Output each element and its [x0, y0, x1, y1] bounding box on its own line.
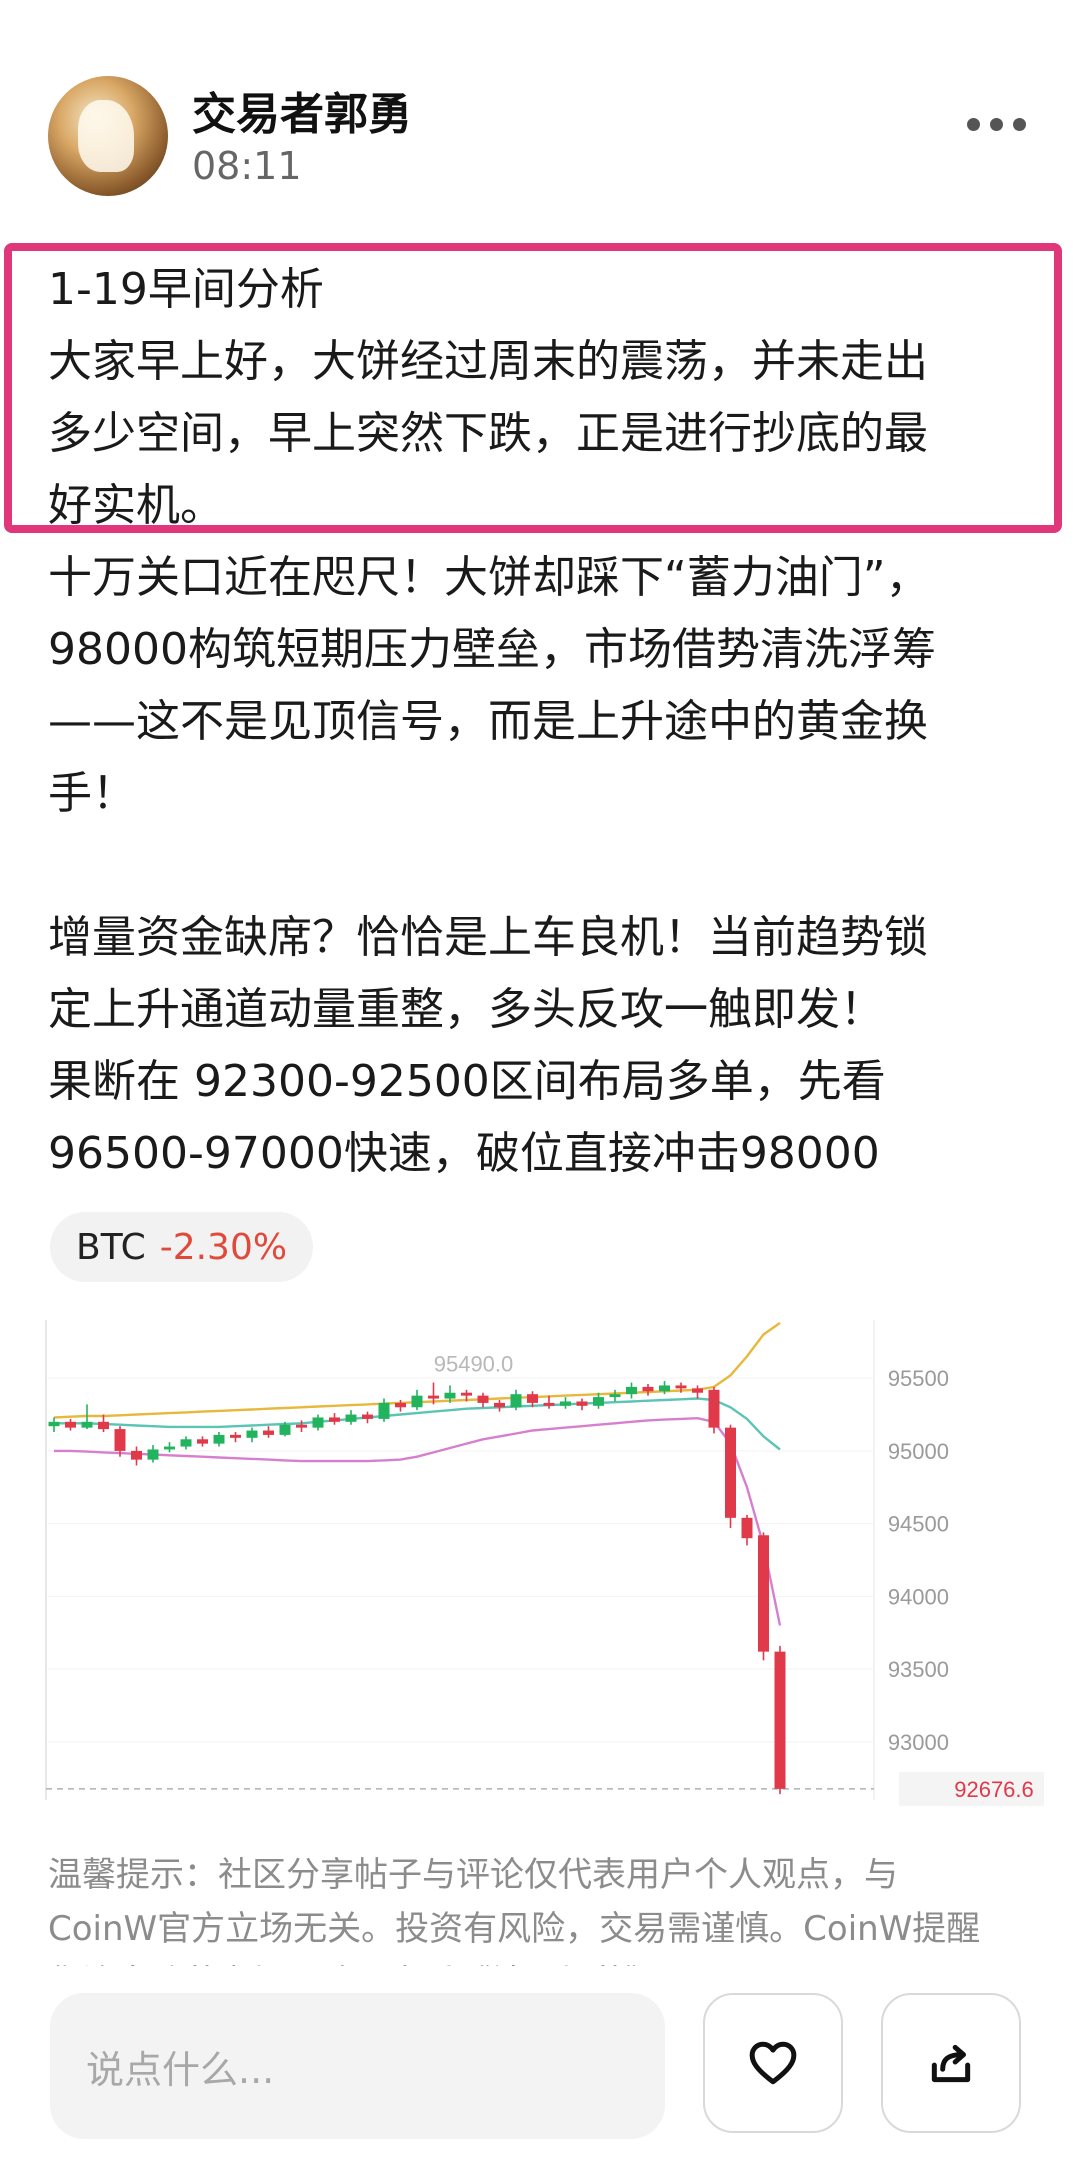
post-line: ——这不是见顶信号，而是上升途中的黄金换: [48, 696, 928, 747]
candle-body: [48, 1421, 60, 1427]
chart-y-tick-label: 94000: [888, 1584, 949, 1609]
candle-body: [114, 1429, 126, 1451]
post-line: 果断在 92300-92500区间布局多单，先看: [48, 1056, 886, 1107]
candle-body: [774, 1651, 786, 1789]
heart-icon: [749, 2041, 797, 2085]
candle-body: [329, 1417, 340, 1422]
like-button[interactable]: [703, 1993, 843, 2133]
post-line: 大家早上好，大饼经过周末的震荡，并未走出: [48, 336, 928, 387]
chart-y-tick-label: 95500: [888, 1366, 949, 1391]
candle-body: [411, 1395, 423, 1408]
candle-body: [345, 1414, 357, 1422]
post-line: 好实机。: [48, 480, 224, 531]
chart-y-tick-label: 93000: [888, 1730, 949, 1755]
post-line: 十万关口近在咫尺！大饼却踩下“蓄力油门”，: [48, 552, 930, 603]
high-price-label: 95490.0: [434, 1352, 514, 1377]
candle-body: [296, 1424, 307, 1428]
candle-body: [642, 1386, 654, 1392]
candle-body: [675, 1385, 687, 1389]
bottom-bar: 说点什么...: [0, 1975, 1080, 2179]
candle-body: [395, 1402, 406, 1408]
disclaimer-line: 您注意防范市场风险，查看《社区规范》: [48, 1956, 1038, 1966]
candle-body: [543, 1402, 555, 1406]
candle-body: [609, 1394, 621, 1398]
candle-body: [428, 1395, 439, 1399]
candle-body: [362, 1414, 373, 1419]
candle-body: [378, 1402, 390, 1419]
share-button[interactable]: [881, 1993, 1021, 2133]
chart-y-tick-label: 93500: [888, 1657, 949, 1682]
share-icon: [931, 2044, 971, 2083]
candle-body: [263, 1430, 274, 1435]
ma-pink-line: [54, 1416, 782, 1626]
post-line: 定上升通道动量重整，多头反攻一触即发！: [48, 984, 884, 1035]
author-name[interactable]: 交易者郭勇: [192, 78, 412, 142]
candle-body: [692, 1388, 703, 1393]
candle-body: [65, 1421, 76, 1428]
candle-body: [461, 1392, 472, 1396]
candle-body: [147, 1449, 159, 1460]
disclaimer-line: CoinW官方立场无关。投资有风险，交易需谨慎。CoinW提醒: [48, 1909, 981, 1949]
candle-body: [312, 1417, 324, 1428]
candle-body: [279, 1424, 291, 1435]
post-line: 多少空间，早上突然下跌，正是进行抄底的最: [48, 408, 928, 459]
candle-body: [197, 1439, 208, 1444]
candle-body: [477, 1395, 489, 1403]
post-line: 96500-97000快速，破位直接冲击98000: [48, 1128, 880, 1179]
candle-body: [81, 1421, 93, 1428]
post-time: 08:11: [192, 144, 302, 188]
post-line: 1-19早间分析: [48, 264, 324, 315]
candle-body: [444, 1392, 456, 1399]
chart-y-tick-label: 94500: [888, 1512, 949, 1537]
coin-symbol: BTC: [76, 1226, 146, 1268]
post-line: 增量资金缺席？恰恰是上车良机！当前趋势锁: [48, 912, 928, 963]
candle-body: [626, 1386, 637, 1395]
candle-body: [725, 1427, 736, 1518]
post-header: 交易者郭勇 08:11: [0, 0, 1080, 230]
candle-body: [246, 1430, 258, 1438]
candle-body: [131, 1450, 142, 1460]
more-options-icon[interactable]: [967, 118, 1026, 131]
candle-body: [494, 1402, 505, 1408]
post-line: 手！: [48, 768, 136, 819]
candle-body: [164, 1446, 175, 1450]
candle-body: [659, 1385, 670, 1392]
disclaimer-line: 温馨提示：社区分享帖子与评论仅代表用户个人观点，与: [48, 1855, 898, 1895]
comment-input[interactable]: 说点什么...: [50, 1993, 665, 2139]
author-avatar[interactable]: [48, 76, 168, 196]
last-price-label: 92676.6: [954, 1777, 1034, 1802]
candle-body: [527, 1394, 538, 1403]
coin-tag[interactable]: BTC -2.30%: [50, 1212, 314, 1282]
candle-body: [510, 1394, 522, 1408]
coin-change: -2.30%: [159, 1226, 288, 1268]
candle-body: [560, 1401, 571, 1406]
post-content: 1-19早间分析 大家早上好，大饼经过周末的震荡，并未走出 多少空间，早上突然下…: [48, 254, 1038, 1190]
candle-body: [180, 1439, 192, 1447]
candle-body: [708, 1389, 720, 1428]
candle-body: [593, 1397, 604, 1406]
candle-body: [758, 1535, 769, 1652]
candle-body: [98, 1421, 109, 1430]
price-chart: 95500 95000 94500 94000 93500 9300092676.6 954…: [45, 1320, 1044, 1806]
disclaimer: 温馨提示：社区分享帖子与评论仅代表用户个人观点，与 CoinW官方立场无关。投资…: [48, 1848, 1038, 1966]
post-line: 98000构筑短期压力壁垒，市场借势清洗浮筹: [48, 624, 936, 675]
candle-body: [213, 1434, 225, 1444]
candle-body: [741, 1517, 753, 1539]
candle-body: [576, 1401, 588, 1406]
chart-y-tick-label: 95000: [888, 1439, 949, 1464]
candle-body: [230, 1434, 241, 1438]
